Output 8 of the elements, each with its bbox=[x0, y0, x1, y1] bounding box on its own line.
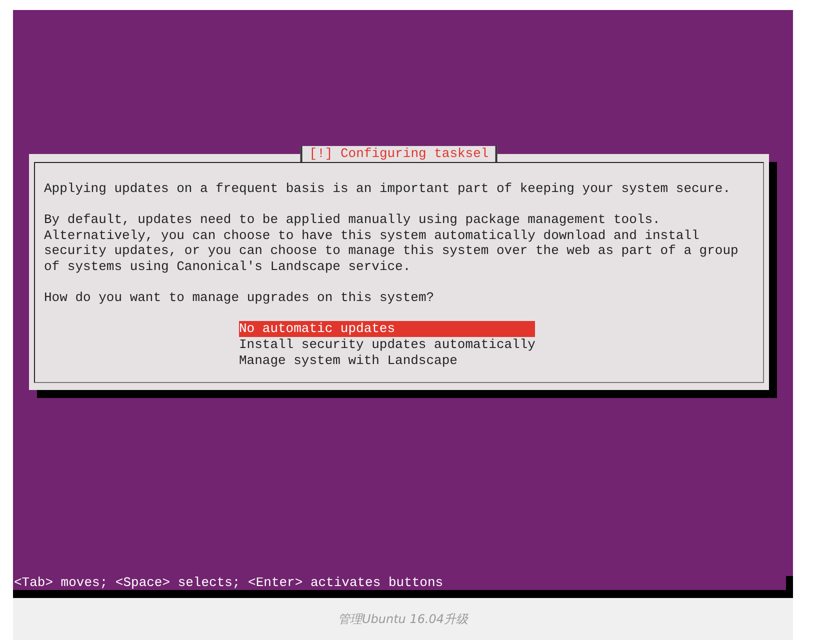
dialog-text: By default, updates need to be applied manually using package management tools. Alternatively, you can choose to have this system automatically download and install security updates, or you can choose to manage this system over the web as part of a group of systems using Canonical's Landscape service. bbox=[44, 212, 740, 275]
dialog-text: Applying updates on a frequent basis is an important part of keeping your system secure. bbox=[44, 181, 732, 197]
dialog-text: How do you want to manage upgrades on this system? bbox=[44, 290, 436, 306]
menu-option[interactable]: Install security updates automatically bbox=[239, 336, 536, 353]
menu-option[interactable]: No automatic updates bbox=[239, 321, 536, 337]
image-caption: 管理Ubuntu 16.04升级 bbox=[336, 611, 470, 628]
menu-option[interactable]: Manage system with Landscape bbox=[239, 352, 536, 368]
dialog-title: [!] Configuring tasksel bbox=[300, 146, 498, 162]
